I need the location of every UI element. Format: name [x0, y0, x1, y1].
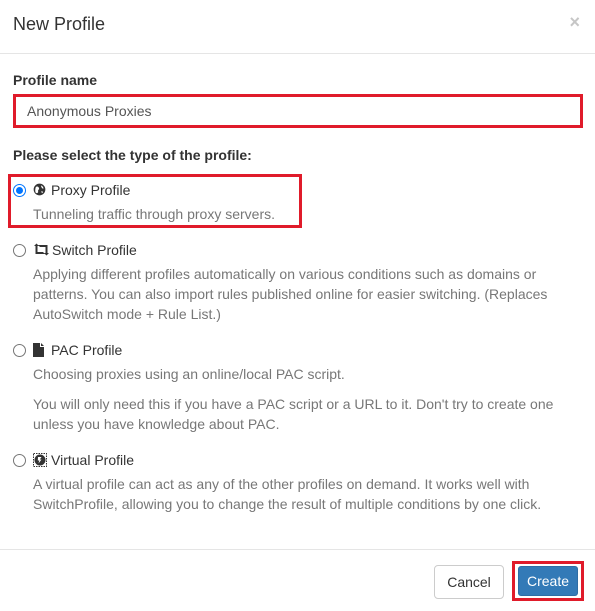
new-profile-dialog: New Profile × Profile name Please select…	[0, 0, 595, 611]
dialog-footer	[0, 549, 595, 611]
switch-profile-radio[interactable]	[13, 244, 26, 257]
switch-profile-description: Applying different profiles automaticall…	[33, 266, 548, 322]
proxy-profile-radio[interactable]	[13, 184, 26, 197]
pac-profile-description: Choosing proxies using an online/local P…	[33, 366, 345, 382]
virtual-profile-description: A virtual profile can act as any of the …	[33, 476, 542, 512]
globe-icon	[33, 183, 47, 197]
pac-profile-note: You will only need this if you have a PA…	[33, 396, 554, 432]
profile-type-label: Please select the type of the profile:	[13, 147, 252, 163]
proxy-profile-title[interactable]: Proxy Profile	[51, 182, 130, 198]
virtual-profile-radio[interactable]	[13, 454, 26, 467]
virtual-icon	[33, 453, 47, 467]
proxy-profile-description: Tunneling traffic through proxy servers.	[33, 206, 276, 222]
create-button[interactable]: Create	[518, 566, 578, 596]
switch-profile-title[interactable]: Switch Profile	[52, 242, 137, 258]
dialog-header: New Profile ×	[0, 0, 595, 54]
create-button-highlight: Create	[512, 561, 584, 601]
profile-name-label: Profile name	[13, 72, 98, 88]
close-icon[interactable]: ×	[569, 12, 580, 33]
retweet-icon	[33, 243, 51, 257]
cancel-button[interactable]: Cancel	[434, 565, 504, 599]
profile-name-input[interactable]	[13, 94, 583, 128]
virtual-profile-title[interactable]: Virtual Profile	[51, 452, 134, 468]
pac-profile-title[interactable]: PAC Profile	[51, 342, 122, 358]
file-icon	[33, 343, 47, 357]
pac-profile-radio[interactable]	[13, 344, 26, 357]
dialog-title: New Profile	[13, 14, 106, 34]
